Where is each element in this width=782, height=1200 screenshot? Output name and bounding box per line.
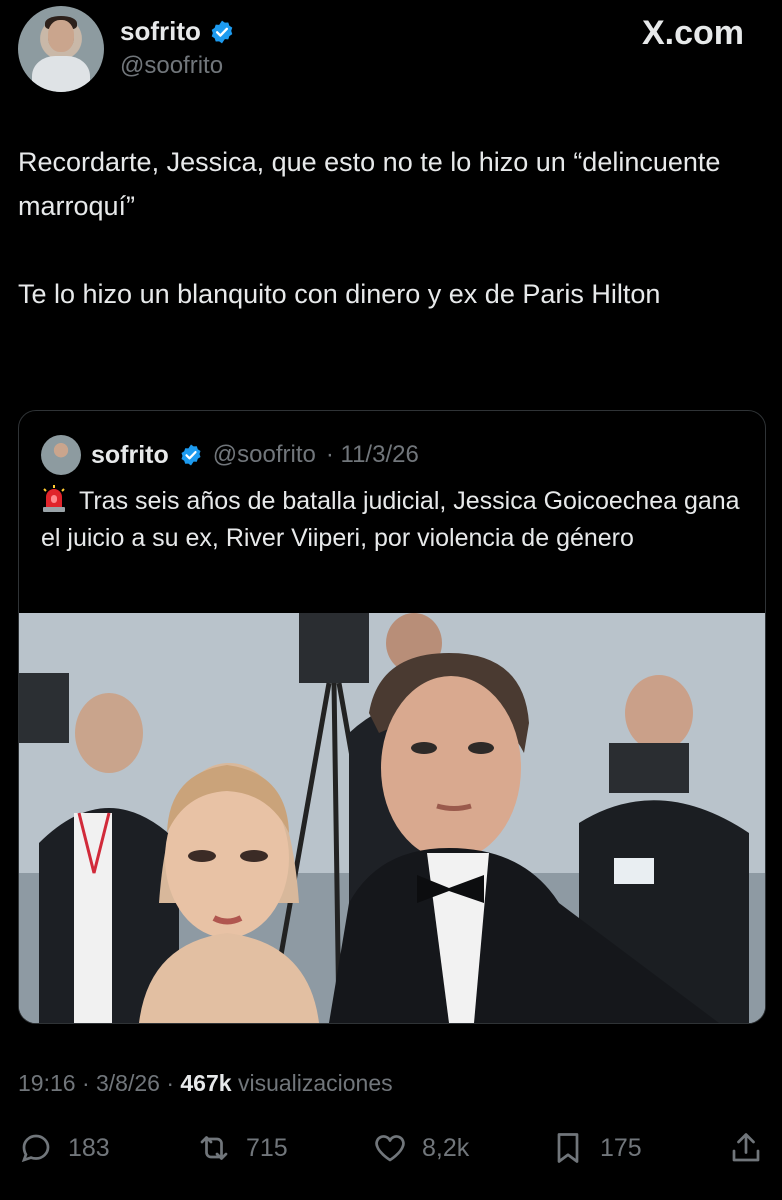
bookmark-count: 175 (600, 1133, 642, 1162)
tweet-meta: 19:16 · 3/8/26 · 467k visualizaciones (18, 1070, 393, 1097)
bookmark-button[interactable]: 175 (550, 1130, 642, 1166)
reply-count: 183 (68, 1133, 110, 1162)
repost-count: 715 (246, 1133, 288, 1162)
tweet-actions-bar: 183 715 8,2k 175 (18, 1130, 766, 1174)
quoted-tweet-card[interactable]: sofrito @soofrito · 11/3/26 Tras seis añ… (18, 410, 766, 1024)
quoted-tweet-header: sofrito @soofrito · 11/3/26 (41, 435, 419, 475)
author-avatar[interactable] (18, 6, 104, 92)
bookmark-icon (557, 1133, 579, 1163)
repost-button[interactable]: 715 (196, 1130, 288, 1166)
quoted-tweet-text: Tras seis años de batalla judicial, Jess… (41, 483, 741, 557)
heart-icon (375, 1135, 405, 1162)
tweet-paragraph-1: Recordarte, Jessica, que esto no te lo h… (18, 147, 721, 221)
reply-button[interactable]: 183 (18, 1130, 110, 1166)
author-name[interactable]: sofrito (120, 16, 201, 47)
quoted-author-handle[interactable]: @soofrito (213, 441, 316, 469)
quoted-tweet-image[interactable] (19, 613, 765, 1023)
quoted-text-content: Tras seis años de batalla judicial, Jess… (41, 487, 740, 552)
verified-badge-icon (211, 20, 233, 43)
share-button[interactable] (728, 1130, 764, 1166)
author-handle[interactable]: @soofrito (120, 52, 223, 80)
repost-icon (200, 1136, 228, 1160)
views-label: visualizaciones (237, 1070, 393, 1096)
like-button[interactable]: 8,2k (372, 1130, 469, 1166)
share-icon (732, 1133, 760, 1162)
tweet-text: Recordarte, Jessica, que esto no te lo h… (18, 140, 758, 316)
tweet-timestamp[interactable]: 19:16 · 3/8/26 · (18, 1070, 174, 1096)
like-count: 8,2k (422, 1133, 470, 1162)
tweet-paragraph-2: Te lo hizo un blanquito con dinero y ex … (18, 279, 661, 309)
author-name-row: sofrito (120, 16, 235, 47)
quoted-author-avatar[interactable] (41, 435, 81, 475)
quoted-date[interactable]: · 11/3/26 (326, 441, 419, 469)
rotating-light-icon (43, 485, 65, 512)
couple-photo-illustration (19, 613, 765, 1023)
x-com-logo: X.com (641, 14, 744, 52)
views-count: 467k (180, 1070, 232, 1096)
reply-icon (21, 1134, 50, 1163)
verified-badge-icon (181, 444, 201, 466)
quoted-author-name[interactable]: sofrito (91, 441, 169, 470)
